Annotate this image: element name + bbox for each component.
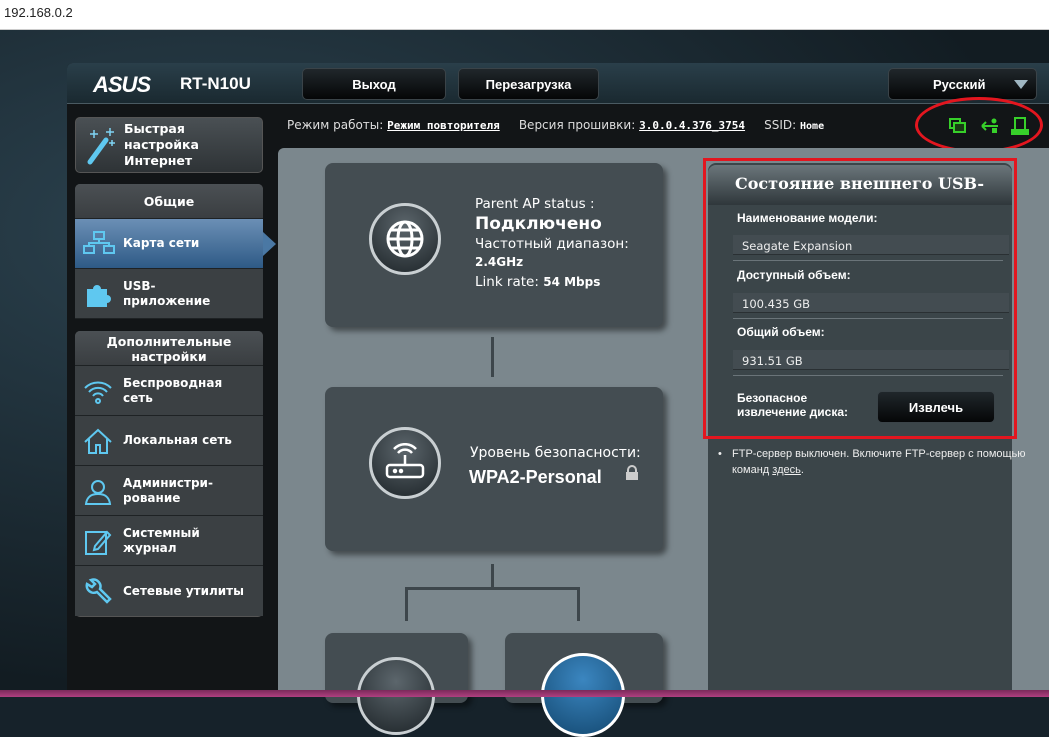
magic-wand-icon [87, 128, 115, 165]
ap-status-value: Подключено [475, 214, 602, 234]
highlight-rectangle [703, 158, 1017, 439]
connector-line [491, 564, 494, 589]
ssid-value: Home [800, 121, 825, 132]
security-label: Уровень безопасности: [470, 445, 641, 461]
firmware-link[interactable]: 3.0.0.4.376_3754 [639, 119, 745, 132]
sidebar-item-administration[interactable]: Администри-рование [75, 466, 263, 516]
sidebar-item-system-log[interactable]: Системный журнал [75, 516, 263, 566]
quick-setup-button[interactable]: Быстрая настройка Интернет [75, 117, 263, 173]
router-icon [369, 427, 441, 499]
sidebar-item-usb-app[interactable]: USB-приложение [75, 269, 263, 319]
lock-icon [626, 465, 638, 480]
band-label: Частотный диапазон: [475, 236, 629, 252]
sidebar-item-label: USB-приложение [123, 278, 211, 308]
language-value: Русский [933, 76, 986, 92]
sidebar-item-network-tools[interactable]: Сетевые утилиты [75, 566, 263, 616]
active-pointer [263, 232, 276, 256]
sidebar-item-label: Локальная сеть [123, 433, 232, 447]
reboot-button[interactable]: Перезагрузка [458, 68, 599, 100]
band-value: 2.4GHz [475, 255, 524, 269]
info-bar: Режим работы: Режим повторителя Версия п… [287, 118, 824, 132]
logout-button[interactable]: Выход [302, 68, 446, 100]
mode-link[interactable]: Режим повторителя [387, 119, 500, 132]
puzzle-icon [87, 285, 111, 307]
globe-icon [369, 203, 441, 275]
mode-label: Режим работы: [287, 118, 384, 132]
sidebar-item-network-map[interactable]: Карта сети [75, 219, 263, 269]
ap-status-label: Parent AP status : [475, 196, 595, 212]
sidebar-item-label: Карта сети [123, 236, 200, 250]
sidebar-item-label: Сетевые утилиты [123, 583, 244, 598]
connector-branch [405, 587, 580, 621]
advanced-header: Дополнительные настройки [75, 331, 263, 366]
firmware-label: Версия прошивки: [518, 118, 636, 132]
sidebar-item-label: Администри-рование [123, 475, 213, 505]
model-name: RT-N10U [180, 74, 251, 93]
sidebar-item-label: Системный журнал [123, 525, 200, 555]
user-icon [84, 480, 112, 505]
wifi-icon [84, 381, 112, 404]
ftp-note-end: . [800, 464, 804, 476]
log-icon [85, 530, 112, 555]
home-icon [84, 428, 112, 454]
general-header: Общие [75, 184, 263, 219]
highlight-ellipse [915, 97, 1043, 153]
sidebar-item-label: Беспроводная сеть [123, 375, 223, 405]
asus-logo: ASUS [93, 72, 151, 97]
chevron-down-icon [1014, 80, 1028, 89]
ssid-label: SSID: [764, 118, 797, 132]
address-bar[interactable]: 192.168.0.2 [0, 0, 1049, 30]
security-value: WPA2-Personal [469, 467, 602, 487]
internet-card[interactable]: Parent AP status : Подключено Частотный … [325, 163, 663, 327]
sidebar-item-wireless[interactable]: Беспроводная сеть [75, 366, 263, 416]
network-map-icon [83, 231, 115, 254]
taskbar-strip [0, 690, 1049, 697]
rate-value: 54 Mbps [543, 275, 601, 289]
rate-label: Link rate: [475, 274, 539, 290]
language-select[interactable]: Русский [888, 68, 1037, 100]
ftp-link[interactable]: здесь [772, 464, 801, 476]
router-card[interactable]: Уровень безопасности: WPA2-Personal [325, 387, 663, 551]
quick-setup-label: Быстрая настройка Интернет [124, 121, 199, 168]
ftp-note: • FTP-сервер выключен. Включите FTP-серве… [718, 448, 1026, 476]
wrench-icon [85, 578, 112, 604]
sidebar-item-lan[interactable]: Локальная сеть [75, 416, 263, 466]
connector-line [491, 337, 494, 377]
